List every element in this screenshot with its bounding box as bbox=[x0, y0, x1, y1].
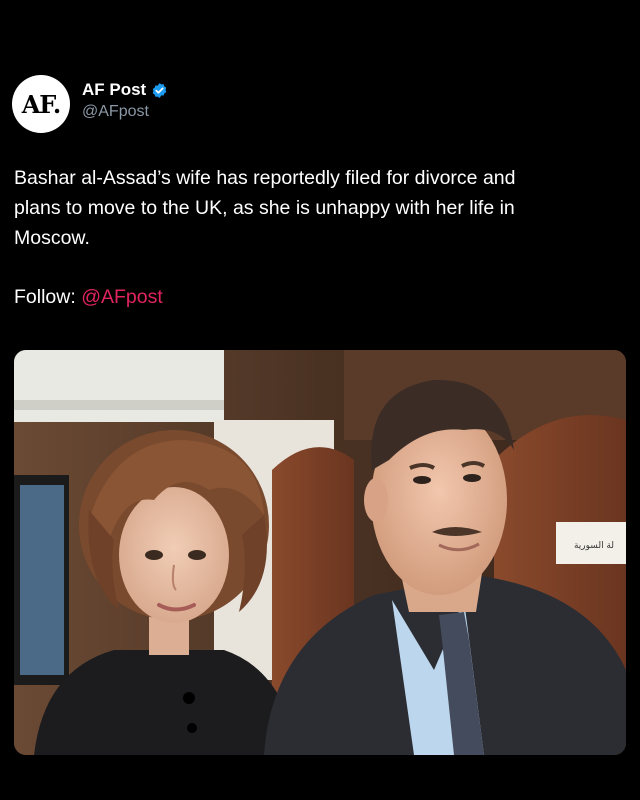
follow-label: Follow: bbox=[14, 286, 76, 308]
name-row: AF Post bbox=[82, 80, 168, 100]
verified-badge-icon bbox=[153, 82, 167, 98]
booth-sign-text: لة السورية bbox=[574, 541, 614, 551]
post-photo[interactable]: لة السورية bbox=[14, 350, 626, 755]
avatar[interactable]: AF. bbox=[12, 75, 70, 133]
author-block: AF Post @AFpost bbox=[82, 80, 168, 121]
photo-illustration: لة السورية bbox=[14, 350, 626, 755]
follow-mention-link[interactable]: @AFpost bbox=[81, 286, 163, 308]
follow-line: Follow: @AFpost bbox=[14, 286, 163, 309]
post-card: AF. AF Post @AFpost Bashar al-Assad’s wi… bbox=[0, 0, 640, 800]
avatar-logo-text: AF. bbox=[21, 89, 62, 119]
display-name[interactable]: AF Post bbox=[82, 80, 146, 100]
handle[interactable]: @AFpost bbox=[82, 103, 168, 121]
post-text: Bashar al-Assad’s wife has reportedly fi… bbox=[14, 167, 516, 249]
